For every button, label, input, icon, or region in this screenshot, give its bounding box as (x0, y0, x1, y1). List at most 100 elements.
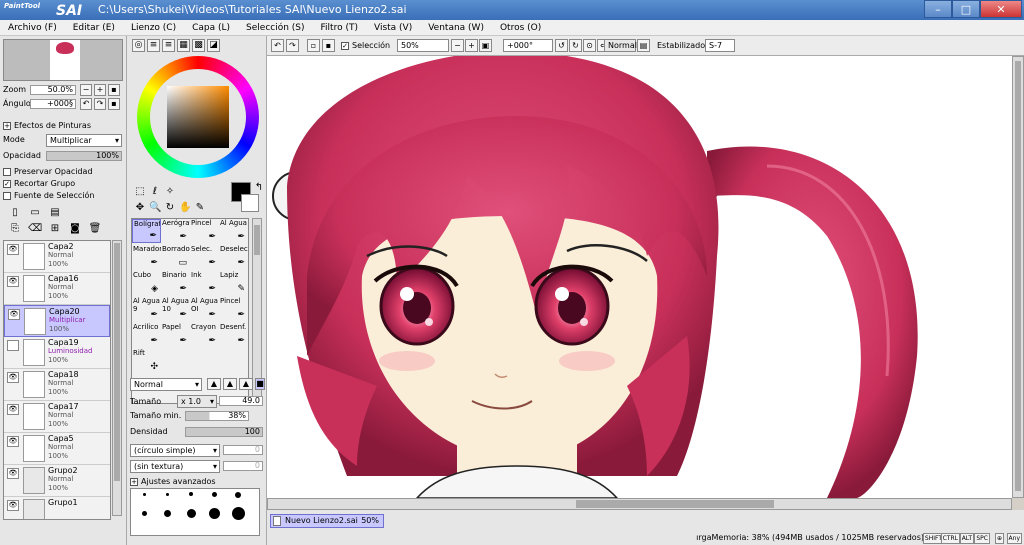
copy-layer-icon[interactable]: ⎘ (8, 222, 22, 236)
eyedropper-icon[interactable]: ✎ (194, 202, 206, 214)
deselect-icon[interactable]: ▫ (307, 39, 320, 52)
brush-blend-mode-select[interactable]: Normal (130, 378, 202, 391)
rotation-field[interactable]: +000° (503, 39, 553, 52)
selection-source-option[interactable]: Fuente de Selección (3, 190, 95, 202)
hsv-sliders-tab-icon[interactable]: ≡ (162, 39, 175, 52)
zoom-reset-button[interactable]: ▪ (108, 84, 120, 96)
brush-shape-hard-icon[interactable]: ▲ (207, 378, 221, 390)
brush-slot[interactable]: Acrilico ✒ (132, 323, 161, 347)
brush-slot[interactable]: Borrador ▭ (161, 245, 190, 269)
selection-toggle[interactable]: ✓ Selección (341, 39, 390, 52)
size-multiplier-select[interactable]: x 1.0 (177, 395, 217, 408)
brush-slot[interactable]: Cubo ◈ (132, 271, 161, 295)
scratchpad-tab-icon[interactable]: ◪ (207, 39, 220, 52)
brush-slot[interactable]: Binario ✒ (161, 271, 190, 295)
brush-shape-medium-icon[interactable]: ▲ (223, 378, 237, 390)
merge-layer-icon[interactable]: ⊞ (48, 222, 62, 236)
drawing-canvas[interactable] (267, 56, 1012, 498)
delete-layer-icon[interactable]: 🗑 (88, 222, 102, 236)
brush-slot[interactable]: Aerógraf ✒ (161, 219, 190, 243)
swatches-tab-icon[interactable]: ▦ (177, 39, 190, 52)
mixer-tab-icon[interactable]: ▩ (192, 39, 205, 52)
brush-slot[interactable]: Lapiz ✎ (219, 271, 248, 295)
visibility-eye-icon[interactable]: 👁 (7, 436, 19, 447)
angle-slider[interactable]: +000§ (30, 99, 76, 109)
brush-slot[interactable]: Pincel ✒ (219, 297, 248, 321)
brush-shape-square-icon[interactable]: ■ (255, 378, 265, 390)
clip-group-option[interactable]: ✓ Recortar Grupo (3, 178, 75, 190)
zoom-in-icon[interactable]: + (465, 39, 478, 52)
size-preset-dot[interactable] (164, 510, 171, 517)
brush-slot[interactable]: Bolígrafo ✒ (132, 219, 161, 243)
visibility-eye-icon[interactable]: 👁 (7, 500, 19, 511)
brush-slot[interactable]: Al Agua 10 ✒ (161, 297, 190, 321)
canvas-vertical-scrollbar[interactable] (1012, 56, 1024, 498)
zoom-icon[interactable]: 🔍 (149, 202, 161, 214)
size-preset-dot[interactable] (142, 511, 147, 516)
color-wheel[interactable] (137, 56, 259, 178)
brush-texture-strength[interactable]: 0 (223, 461, 263, 471)
rotate-reset-button[interactable]: ▪ (108, 98, 120, 110)
size-preset-dot[interactable] (143, 493, 146, 496)
menu-filter[interactable]: Filtro (T) (321, 20, 358, 35)
preserve-opacity-checkbox[interactable] (3, 167, 11, 176)
brush-size-presets[interactable] (130, 488, 260, 536)
zoom-field[interactable]: 50% (397, 39, 449, 52)
layer-row[interactable]: 👁 Capa17 Normal 100% (4, 401, 110, 433)
brush-slot[interactable]: Rift ✣ (132, 349, 161, 373)
menu-canvas[interactable]: Lienzo (C) (131, 20, 176, 35)
redo-icon[interactable]: ↷ (286, 39, 299, 52)
move-icon[interactable]: ✥ (134, 202, 146, 214)
rotate-ccw-icon[interactable]: ↺ (555, 39, 568, 52)
size-preset-dot[interactable] (209, 508, 220, 519)
brush-texture-select[interactable]: (sin textura) (130, 460, 220, 473)
layer-scrollbar[interactable] (112, 240, 122, 516)
rotate-reset-icon[interactable]: ⊙ (583, 39, 596, 52)
zoom-slider[interactable]: 50.0% (30, 85, 76, 95)
menu-selection[interactable]: Selección (S) (246, 20, 305, 35)
brush-slot[interactable]: Al Agua OI ✒ (190, 297, 219, 321)
mask-layer-icon[interactable]: ◙ (68, 222, 82, 236)
density-slider[interactable]: 100 (185, 427, 263, 437)
visibility-eye-icon[interactable]: 👁 (7, 244, 19, 255)
brush-slot[interactable]: Ink ✒ (190, 271, 219, 295)
selection-checkbox[interactable]: ✓ (341, 41, 349, 50)
size-preset-dot[interactable] (235, 492, 241, 498)
clip-group-checkbox[interactable]: ✓ (3, 179, 11, 188)
brush-slot[interactable]: Al Agua ✒ (219, 219, 248, 243)
visibility-eye-icon[interactable]: 👁 (7, 276, 19, 287)
layer-row[interactable]: 👁 Capa2 Normal 100% (4, 241, 110, 273)
brush-shape-select[interactable]: (círculo simple) (130, 444, 220, 457)
brush-slot[interactable]: Selec. ✒ (190, 245, 219, 269)
menu-others[interactable]: Otros (O) (500, 20, 541, 35)
canvas-horizontal-scrollbar[interactable] (267, 498, 1012, 510)
invert-selection-icon[interactable]: ▪ (322, 39, 335, 52)
rotate-cw-icon[interactable]: ↻ (569, 39, 582, 52)
size-preset-dot[interactable] (166, 493, 169, 496)
blend-mode-select[interactable]: Multiplicar (46, 134, 122, 147)
brush-scrollbar-thumb[interactable] (254, 225, 260, 255)
rotate-right-button[interactable]: ↷ (94, 98, 106, 110)
brush-slot[interactable]: Deselec. ✒ (219, 245, 248, 269)
layer-row[interactable]: 👁 Capa5 Normal 100% (4, 433, 110, 465)
secondary-color-swatch[interactable] (241, 194, 259, 212)
visibility-eye-icon[interactable]: 👁 (8, 309, 20, 320)
canvas-vertical-scrollbar-thumb[interactable] (1015, 61, 1021, 491)
size-preset-dot[interactable] (232, 507, 245, 520)
new-layer-icon[interactable]: ▯ (8, 206, 22, 220)
canvas-horizontal-scrollbar-thumb[interactable] (576, 500, 774, 508)
size-slider[interactable]: 49.0 (219, 396, 263, 406)
zoom-out-button[interactable]: − (80, 84, 92, 96)
undo-icon[interactable]: ↶ (271, 39, 284, 52)
layer-row[interactable]: 👁 Grupo1 (4, 497, 110, 519)
menu-view[interactable]: Vista (V) (374, 20, 412, 35)
swap-colors-icon[interactable]: ↰ (253, 182, 265, 194)
hand-icon[interactable]: ✋ (179, 202, 191, 214)
brush-shape-soft-icon[interactable]: ▲ (239, 378, 253, 390)
min-size-slider[interactable]: 38% (185, 411, 249, 421)
navigator-preview[interactable] (3, 39, 123, 81)
minimize-button[interactable]: – (924, 0, 952, 18)
layer-row[interactable]: 👁 Grupo2 Normal 100% (4, 465, 110, 497)
selection-source-checkbox[interactable] (3, 191, 11, 200)
rotate-icon[interactable]: ↻ (164, 202, 176, 214)
